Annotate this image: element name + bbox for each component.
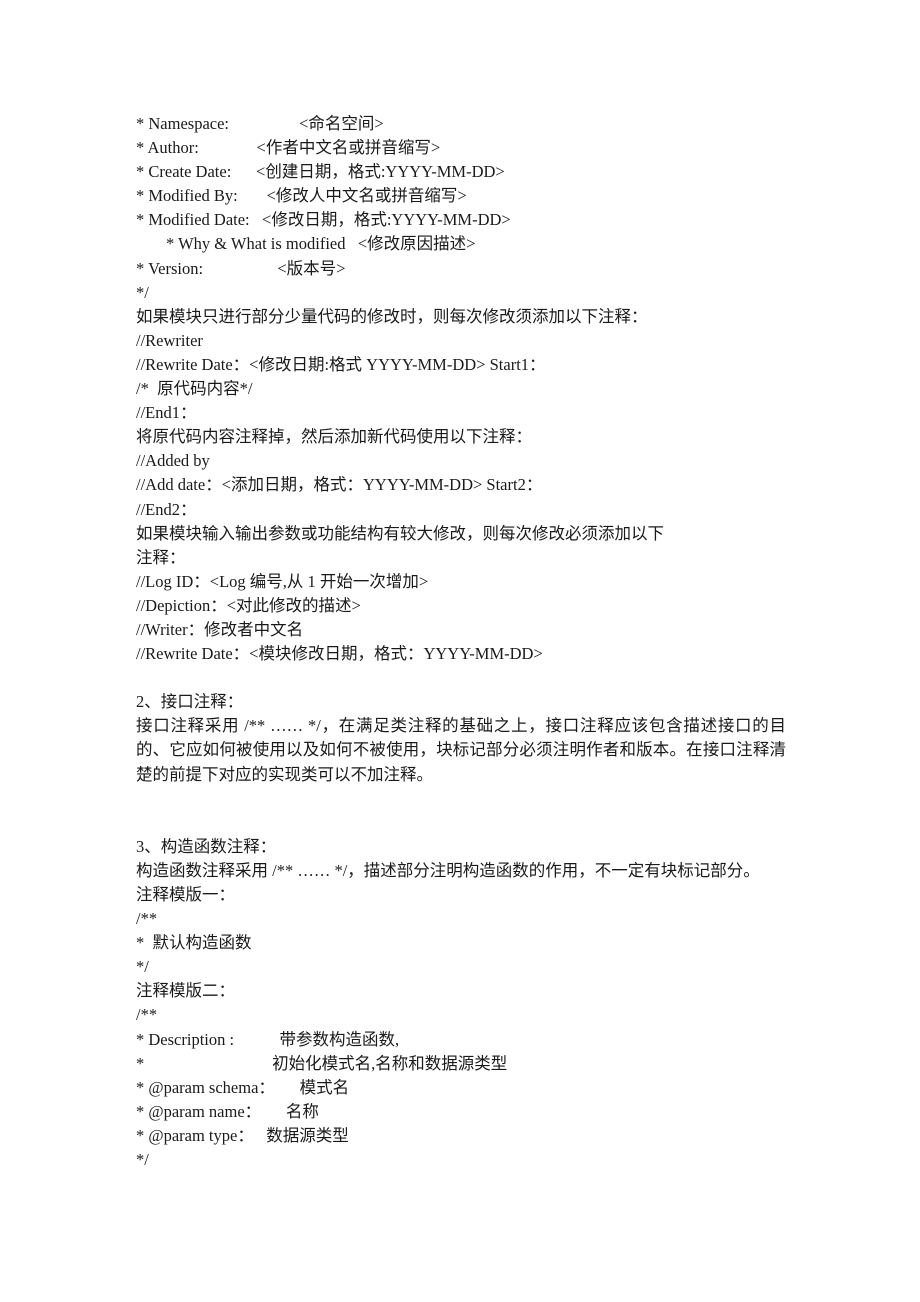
line-create-date: * Create Date: <创建日期，格式:YYYY-MM-DD>	[136, 162, 505, 182]
line-description-cont: * 初始化模式名,名称和数据源类型	[136, 1053, 508, 1073]
line-param-schema: * @param schema： 模式名	[136, 1077, 350, 1097]
para-partial-modify-note: 如果模块只进行部分少量代码的修改时，则每次修改须添加以下注释：	[136, 306, 648, 326]
line-default-constructor: * 默认构造函数	[136, 933, 252, 953]
line-author: * Author: <作者中文名或拼音缩写>	[136, 138, 441, 158]
line-template-one-open: /**	[136, 909, 158, 929]
line-writer: //Writer：修改者中文名	[136, 619, 304, 639]
heading-interface-comment: 2、接口注释：	[136, 692, 244, 712]
line-param-name: * @param name： 名称	[136, 1101, 319, 1121]
document-page: * Namespace: <命名空间> * Author: <作者中文名或拼音缩写…	[0, 0, 920, 1302]
line-template-two-close: */	[136, 1150, 149, 1170]
line-description: * Description : 带参数构造函数,	[136, 1029, 400, 1049]
para-interface-comment: 接口注释采用 /** …… */，在满足类注释的基础之上，接口注释应该包含描述接…	[136, 716, 786, 784]
line-namespace: * Namespace: <命名空间>	[136, 114, 384, 133]
line-template-one-label: 注释模版一：	[136, 885, 235, 904]
line-add-date-start2: //Add date：<添加日期，格式：YYYY-MM-DD> Start2：	[136, 475, 543, 495]
line-depiction: //Depiction：<对此修改的描述>	[136, 595, 361, 615]
line-rewrite-date: //Rewrite Date：<模块修改日期，格式：YYYY-MM-DD>	[136, 644, 543, 664]
line-param-type: * @param type： 数据源类型	[136, 1125, 349, 1145]
line-end1: //End1：	[136, 403, 197, 423]
line-rewrite-date-start1: //Rewrite Date：<修改日期:格式 YYYY-MM-DD> Star…	[136, 354, 546, 374]
para-constructor-comment: 构造函数注释采用 /** …… */，描述部分注明构造函数的作用，不一定有块标记…	[136, 860, 760, 880]
document-body: * Namespace: <命名空间> * Author: <作者中文名或拼音缩写…	[136, 112, 786, 1172]
para-comment-out-note: 将原代码内容注释掉，然后添加新代码使用以下注释：	[136, 427, 532, 447]
line-version: * Version: <版本号>	[136, 258, 346, 278]
line-modified-by: * Modified By: <修改人中文名或拼音缩写>	[136, 186, 467, 206]
line-block-comment-end: */	[136, 282, 149, 302]
line-end2: //End2：	[136, 499, 197, 519]
line-why-what-modified: * Why & What is modified <修改原因描述>	[166, 234, 476, 254]
para-major-modify-note: 如果模块输入输出参数或功能结构有较大修改，则每次修改必须添加以下	[136, 523, 664, 543]
line-added-by: //Added by	[136, 451, 210, 471]
line-template-one-close: */	[136, 957, 149, 977]
heading-constructor-comment: 3、构造函数注释：	[136, 836, 277, 856]
line-template-two-open: /**	[136, 1005, 158, 1025]
line-modified-date: * Modified Date: <修改日期，格式:YYYY-MM-DD>	[136, 210, 511, 230]
line-note-label: 注释：	[136, 547, 186, 567]
line-log-id: //Log ID：<Log 编号,从 1 开始一次增加>	[136, 571, 429, 591]
line-original-code: /* 原代码内容*/	[136, 379, 253, 399]
line-template-two-label: 注释模版二：	[136, 981, 235, 1001]
line-rewriter: //Rewriter	[136, 330, 203, 350]
